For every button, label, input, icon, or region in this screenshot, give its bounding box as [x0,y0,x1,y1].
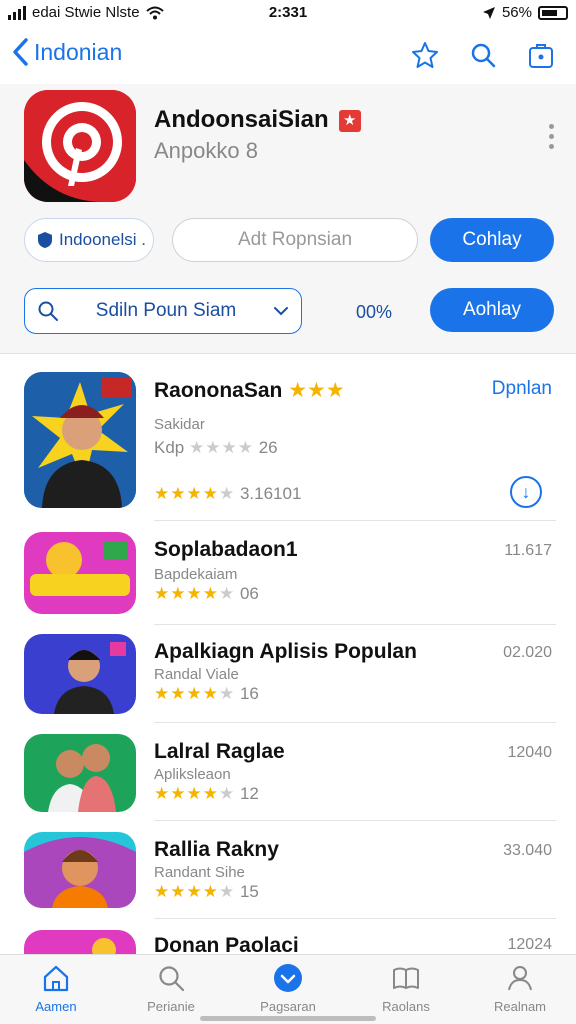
tab-search-label: Perianie [147,999,195,1014]
divider [154,520,556,521]
featured-title: RaononaSan ★★★ [154,379,345,402]
list-item[interactable]: Soplabadaon1 Bapdekaiam ★★★★★ 06 11.617 [0,530,576,625]
percent-label: 00% [356,302,393,322]
search-dropdown-label: Sdiln Poun Siam [95,300,237,321]
shield-icon [38,232,52,248]
home-indicator [200,1016,376,1021]
search-icon [159,966,185,992]
primary-button[interactable]: Cohlay [430,218,554,262]
divider [154,722,556,723]
app-rating: ★★★★★ 12 [154,784,259,803]
featured-thumbnail [24,372,136,508]
battery-percent: 56% [501,4,532,21]
app-rating: ★★★★★ 15 [154,882,259,901]
app-rating: ★★★★★ 06 [154,584,259,603]
secondary-button[interactable]: Aohlay [430,288,554,332]
profile-icon [508,966,532,991]
app-thumbnail [24,930,136,956]
divider [154,820,556,821]
list-item[interactable]: Rallia Rakny Randant Sihe ★★★★★ 15 33.04… [0,830,576,920]
star-outline-icon[interactable] [410,40,440,70]
star-badge-icon: ★ [338,109,361,132]
app-stat: 33.040 [503,842,552,859]
download-icon [274,964,302,992]
featured-rating-small: Kdp ★★★★ 26 [154,438,278,457]
app-stat: 12040 [507,744,553,761]
status-bar: edai Stwie Nlste 2:331 56% [0,0,576,26]
app-rating: ★★★★★ 16 [154,684,259,703]
download-icon[interactable]: ↓ [510,476,542,508]
list-item[interactable]: Lalral Raglae Apliksleaon ★★★★★ 12 12040 [0,732,576,822]
app-subtitle: Anpokko 8 [154,138,258,163]
list-item[interactable]: Apalkiagn Aplisis Populan Randal Viale ★… [0,632,576,723]
tab-profile[interactable]: Realnam [470,963,570,1014]
tab-bar: Aamen Perianie Pagsaran Raolans Realnam [0,954,576,1024]
app-thumbnail [24,532,136,614]
app-title: Soplabadaon1 [154,538,298,561]
list-item-featured[interactable]: RaononaSan ★★★ Sakidar Kdp ★★★★ 26 ★★★★★… [0,372,576,521]
app-title: AndoonsaiSian ★ [154,106,361,134]
back-label: Indonian [34,38,123,65]
tab-home[interactable]: Aamen [6,963,106,1014]
featured-open-link[interactable]: Dpnlan [492,378,552,400]
app-title: Lalral Raglae [154,740,285,763]
app-subtitle: Apliksleaon [154,766,231,783]
tab-download-label: Pagsaran [260,999,316,1014]
app-stat: 11.617 [504,542,552,559]
tab-search[interactable]: Perianie [121,963,221,1014]
app-stat: 12024 [507,936,553,953]
search-dropdown[interactable]: Sdiln Poun Siam [24,288,302,334]
tab-library-label: Raolans [382,999,430,1014]
top-navigation: Indonian [0,30,576,82]
back-button[interactable]: Indonian [12,38,122,66]
divider [154,624,556,625]
chevron-left-icon [13,38,28,66]
divider [154,918,556,919]
region-chip-label: Indoonelsi . [59,230,146,249]
app-header: AndoonsaiSian ★ Anpokko 8 Indoonelsi . Ad… [0,84,576,354]
app-icon[interactable] [24,90,136,202]
app-title: Apalkiagn Aplisis Populan [154,640,417,663]
app-thumbnail [24,634,136,714]
tab-home-label: Aamen [35,999,77,1014]
featured-rating: ★★★★★ 3.16101 [154,484,302,503]
search-icon [38,301,58,321]
add-field[interactable]: Adt Ropnsian [172,218,418,262]
search-icon[interactable] [468,40,498,70]
tab-download[interactable]: Pagsaran [238,963,338,1014]
home-icon [43,965,69,992]
location-icon [482,6,495,19]
app-subtitle: Randal Viale [154,666,239,683]
region-chip[interactable]: Indoonelsi . [24,218,154,262]
share-icon[interactable] [526,40,556,70]
tab-library[interactable]: Raolans [356,963,456,1014]
app-thumbnail [24,832,136,908]
app-title: Rallia Rakny [154,838,279,861]
battery-icon [538,5,568,20]
app-subtitle: Bapdekaiam [154,566,238,583]
chevron-down-icon [274,307,288,316]
book-icon [393,967,419,989]
app-stat: 02.020 [503,644,552,661]
tab-profile-label: Realnam [493,999,547,1014]
app-thumbnail [24,734,136,812]
featured-subtitle: Sakidar [154,416,205,433]
more-options-icon[interactable] [549,124,554,149]
app-subtitle: Randant Sihe [154,864,245,881]
